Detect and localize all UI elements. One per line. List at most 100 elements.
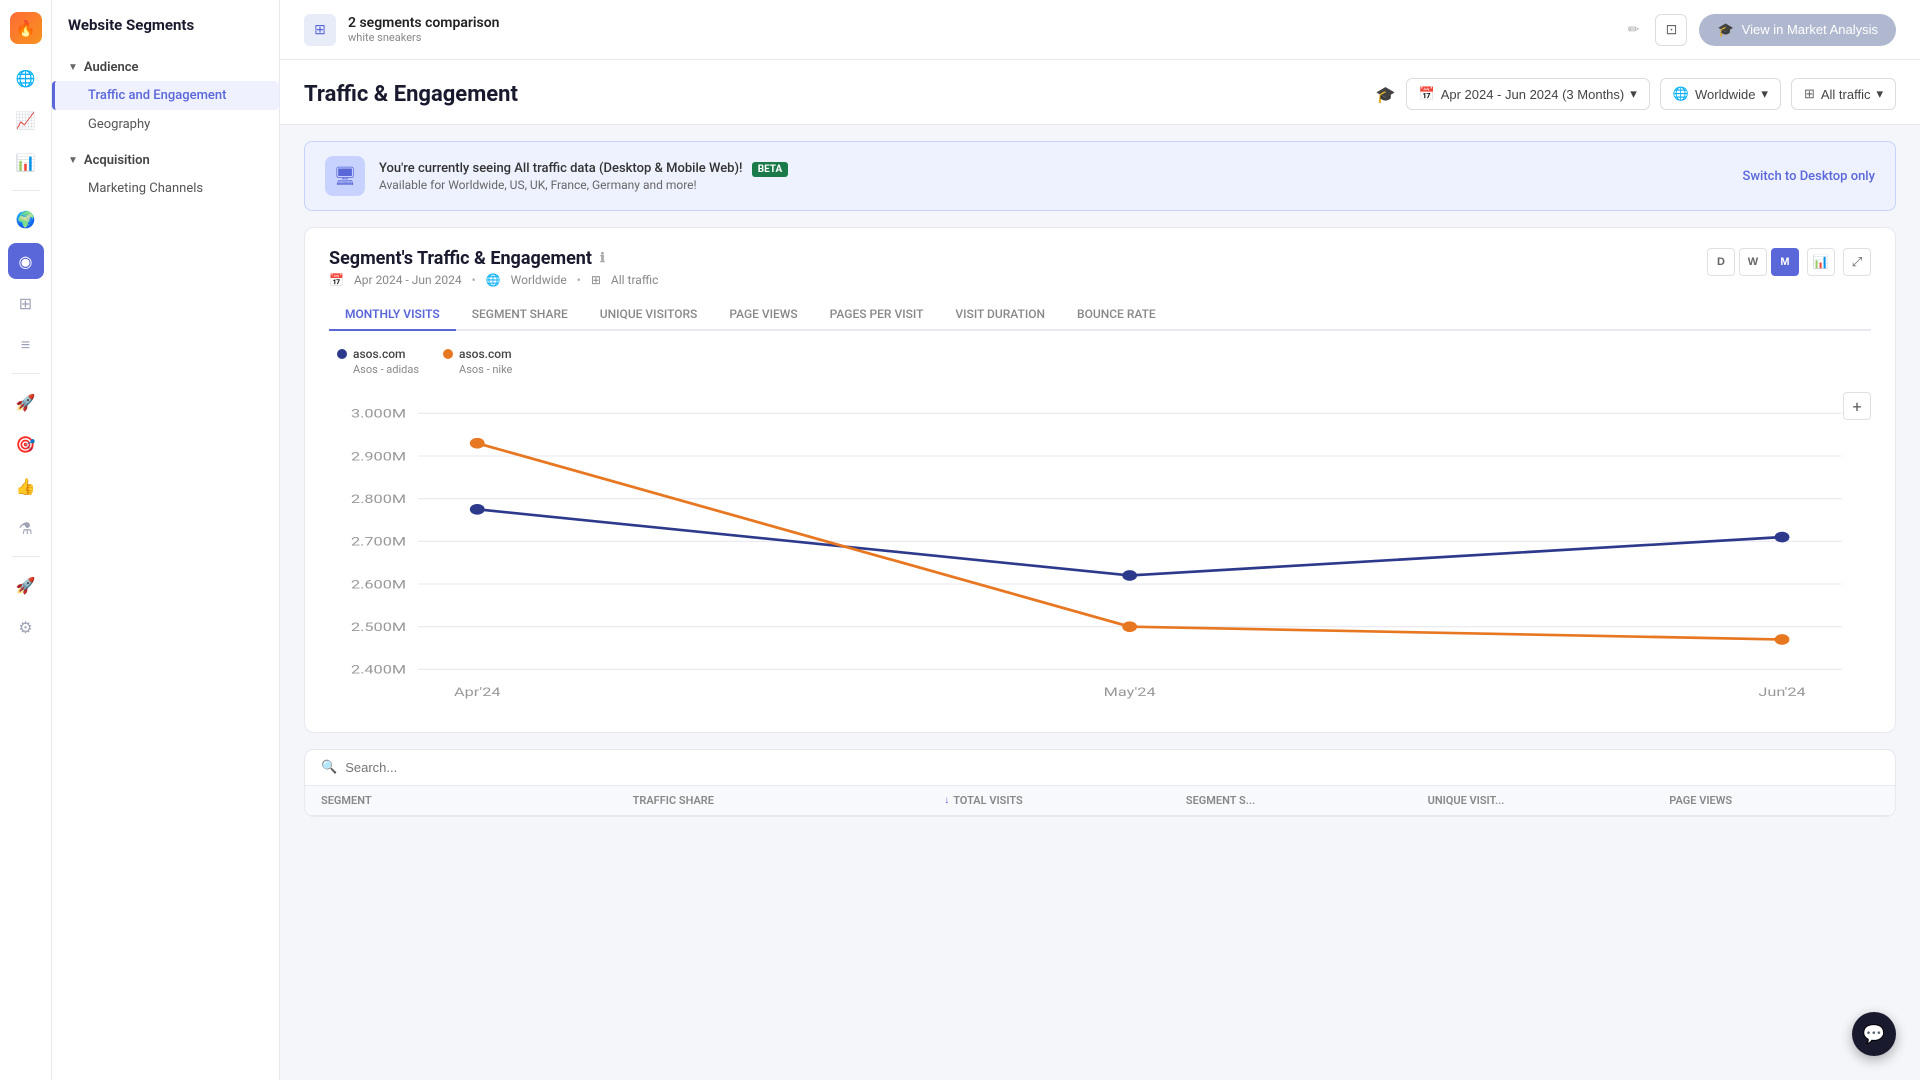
- col-segment-s: Segment S...: [1170, 794, 1412, 807]
- tab-pages-per-visit[interactable]: PAGES PER VISIT: [814, 299, 940, 331]
- period-day-button[interactable]: D: [1707, 248, 1735, 276]
- sidebar: Website Segments ▼ Audience Traffic and …: [52, 0, 280, 1080]
- tab-monthly-visits[interactable]: MONTHLY VISITS: [329, 299, 456, 331]
- rail-filter-icon[interactable]: ⚗: [8, 510, 44, 546]
- calendar-icon: 📅: [1419, 86, 1435, 102]
- sort-down-icon: ↓: [944, 795, 949, 806]
- main-content: ⊞ 2 segments comparison white sneakers ✏…: [280, 0, 1920, 1080]
- rail-thumbs-icon[interactable]: 👍: [8, 468, 44, 504]
- table-header: Segment Traffic Share ↓ Total Visits Seg…: [305, 786, 1895, 816]
- search-input[interactable]: [345, 760, 1879, 775]
- tab-bounce-rate[interactable]: BOUNCE RATE: [1061, 299, 1172, 331]
- sidebar-item-traffic[interactable]: Traffic and Engagement: [52, 81, 279, 110]
- sidebar-section-acquisition: ▼ Acquisition Marketing Channels: [52, 143, 279, 207]
- rail-home-icon[interactable]: 🌐: [8, 60, 44, 96]
- globe-icon: 🌐: [1673, 86, 1689, 102]
- rail-divider-2: [12, 373, 40, 374]
- chart-title: Segment's Traffic & Engagement ℹ: [329, 248, 658, 269]
- banner-text: You're currently seeing All traffic data…: [379, 161, 1729, 192]
- series-adidas-point-1: [470, 504, 485, 515]
- col-unique-visit: Unique Visit...: [1412, 794, 1654, 807]
- svg-text:2.800M: 2.800M: [351, 493, 406, 506]
- edit-icon[interactable]: ✏: [1624, 18, 1644, 42]
- tab-visit-duration[interactable]: VISIT DURATION: [939, 299, 1061, 331]
- rail-rocket-icon[interactable]: 🚀: [8, 384, 44, 420]
- series-adidas-point-2: [1122, 570, 1137, 581]
- rail-globe-icon[interactable]: 🌍: [8, 201, 44, 237]
- banner-title: You're currently seeing All traffic data…: [379, 161, 1729, 176]
- table-search-bar: 🔍: [305, 750, 1895, 786]
- tab-unique-visitors[interactable]: UNIQUE VISITORS: [584, 299, 714, 331]
- period-week-button[interactable]: W: [1739, 248, 1767, 276]
- svg-text:2.400M: 2.400M: [351, 664, 406, 677]
- chart-globe-icon: 🌐: [486, 273, 501, 287]
- traffic-filter-button[interactable]: ⊞ All traffic ▾: [1791, 78, 1896, 110]
- sidebar-title: Website Segments: [52, 16, 279, 50]
- series-nike-point-2: [1122, 621, 1137, 632]
- info-banner: 🖥 You're currently seeing All traffic da…: [304, 141, 1896, 211]
- rail-chart-icon[interactable]: 📊: [8, 144, 44, 180]
- audience-label: Audience: [84, 60, 139, 75]
- legend-dot-adidas: [337, 349, 347, 359]
- legend-dot-nike: [443, 349, 453, 359]
- page-title: Traffic & Engagement: [304, 82, 1360, 107]
- banner-subtitle: Available for Worldwide, US, UK, France,…: [379, 178, 1729, 192]
- geo-filter-button[interactable]: 🌐 Worldwide ▾: [1660, 78, 1781, 110]
- segment-info: 2 segments comparison white sneakers: [348, 15, 1612, 44]
- series-nike-point-1: [470, 438, 485, 449]
- compare-icon[interactable]: ⊡: [1655, 14, 1687, 46]
- sidebar-acquisition-header[interactable]: ▼ Acquisition: [52, 147, 279, 174]
- share-button[interactable]: ⤢: [1843, 248, 1871, 276]
- chart-title-block: Segment's Traffic & Engagement ℹ 📅 Apr 2…: [329, 248, 658, 287]
- rail-launch-icon[interactable]: 🚀: [8, 567, 44, 603]
- svg-text:Apr'24: Apr'24: [454, 686, 501, 699]
- period-month-button[interactable]: M: [1771, 248, 1799, 276]
- info-icon[interactable]: ℹ: [600, 251, 605, 266]
- rail-target-icon[interactable]: 🎯: [8, 426, 44, 462]
- chart-traffic-icon: ⊞: [591, 273, 601, 287]
- col-segment: Segment: [305, 794, 617, 807]
- sidebar-audience-header[interactable]: ▼ Audience: [52, 54, 279, 81]
- segment-subtitle: white sneakers: [348, 31, 1612, 44]
- export-excel-button[interactable]: 📊: [1807, 248, 1835, 276]
- rail-analytics-icon[interactable]: 📈: [8, 102, 44, 138]
- series-nike-point-3: [1775, 634, 1790, 645]
- table-section: 🔍 Segment Traffic Share ↓ Total Visits S…: [304, 749, 1896, 817]
- segment-type-icon: ⊞: [304, 14, 336, 46]
- col-traffic-share: Traffic Share: [617, 794, 929, 807]
- tab-page-views[interactable]: PAGE VIEWS: [713, 299, 813, 331]
- rail-segments-icon[interactable]: ◉: [8, 243, 44, 279]
- chart-header: Segment's Traffic & Engagement ℹ 📅 Apr 2…: [329, 248, 1871, 287]
- svg-text:3.000M: 3.000M: [351, 408, 406, 421]
- svg-text:Jun'24: Jun'24: [1758, 686, 1805, 699]
- svg-text:2.700M: 2.700M: [351, 536, 406, 549]
- chart-calendar-icon: 📅: [329, 273, 344, 287]
- date-filter-button[interactable]: 📅 Apr 2024 - Jun 2024 (3 Months) ▾: [1406, 78, 1650, 110]
- col-total-visits: ↓ Total Visits: [928, 794, 1170, 807]
- legend-item-nike: asos.com Asos - nike: [443, 347, 512, 376]
- section-icon: 🎓: [1376, 85, 1396, 104]
- switch-desktop-link[interactable]: Switch to Desktop only: [1743, 169, 1876, 184]
- beta-badge: BETA: [752, 162, 789, 177]
- chart-controls: D W M 📊 ⤢: [1707, 248, 1871, 276]
- series-adidas-point-3: [1775, 532, 1790, 543]
- chat-button[interactable]: 💬: [1852, 1012, 1896, 1056]
- sidebar-item-geography[interactable]: Geography: [52, 110, 279, 139]
- svg-text:May'24: May'24: [1104, 686, 1156, 699]
- add-series-button[interactable]: +: [1843, 392, 1871, 420]
- view-market-button[interactable]: 🎓 View in Market Analysis: [1699, 14, 1896, 46]
- legend-item-adidas: asos.com Asos - adidas: [337, 347, 419, 376]
- chevron-down-icon: ▾: [1630, 86, 1637, 102]
- chevron-down-icon: ▾: [1761, 86, 1768, 102]
- rail-bars-icon[interactable]: ≡: [8, 327, 44, 363]
- sidebar-item-marketing[interactable]: Marketing Channels: [52, 174, 279, 203]
- chart-card: Segment's Traffic & Engagement ℹ 📅 Apr 2…: [304, 227, 1896, 733]
- acquisition-label: Acquisition: [84, 153, 150, 168]
- rail-layers-icon[interactable]: ⊞: [8, 285, 44, 321]
- chart-tabs: MONTHLY VISITS SEGMENT SHARE UNIQUE VISI…: [329, 299, 1871, 331]
- rail-settings-icon[interactable]: ⚙: [8, 609, 44, 645]
- tab-segment-share[interactable]: SEGMENT SHARE: [456, 299, 584, 331]
- chart-subtitle: 📅 Apr 2024 - Jun 2024 • 🌐 Worldwide • ⊞ …: [329, 273, 658, 287]
- app-logo[interactable]: 🔥: [10, 12, 42, 44]
- chevron-down-icon: ▼: [68, 62, 78, 73]
